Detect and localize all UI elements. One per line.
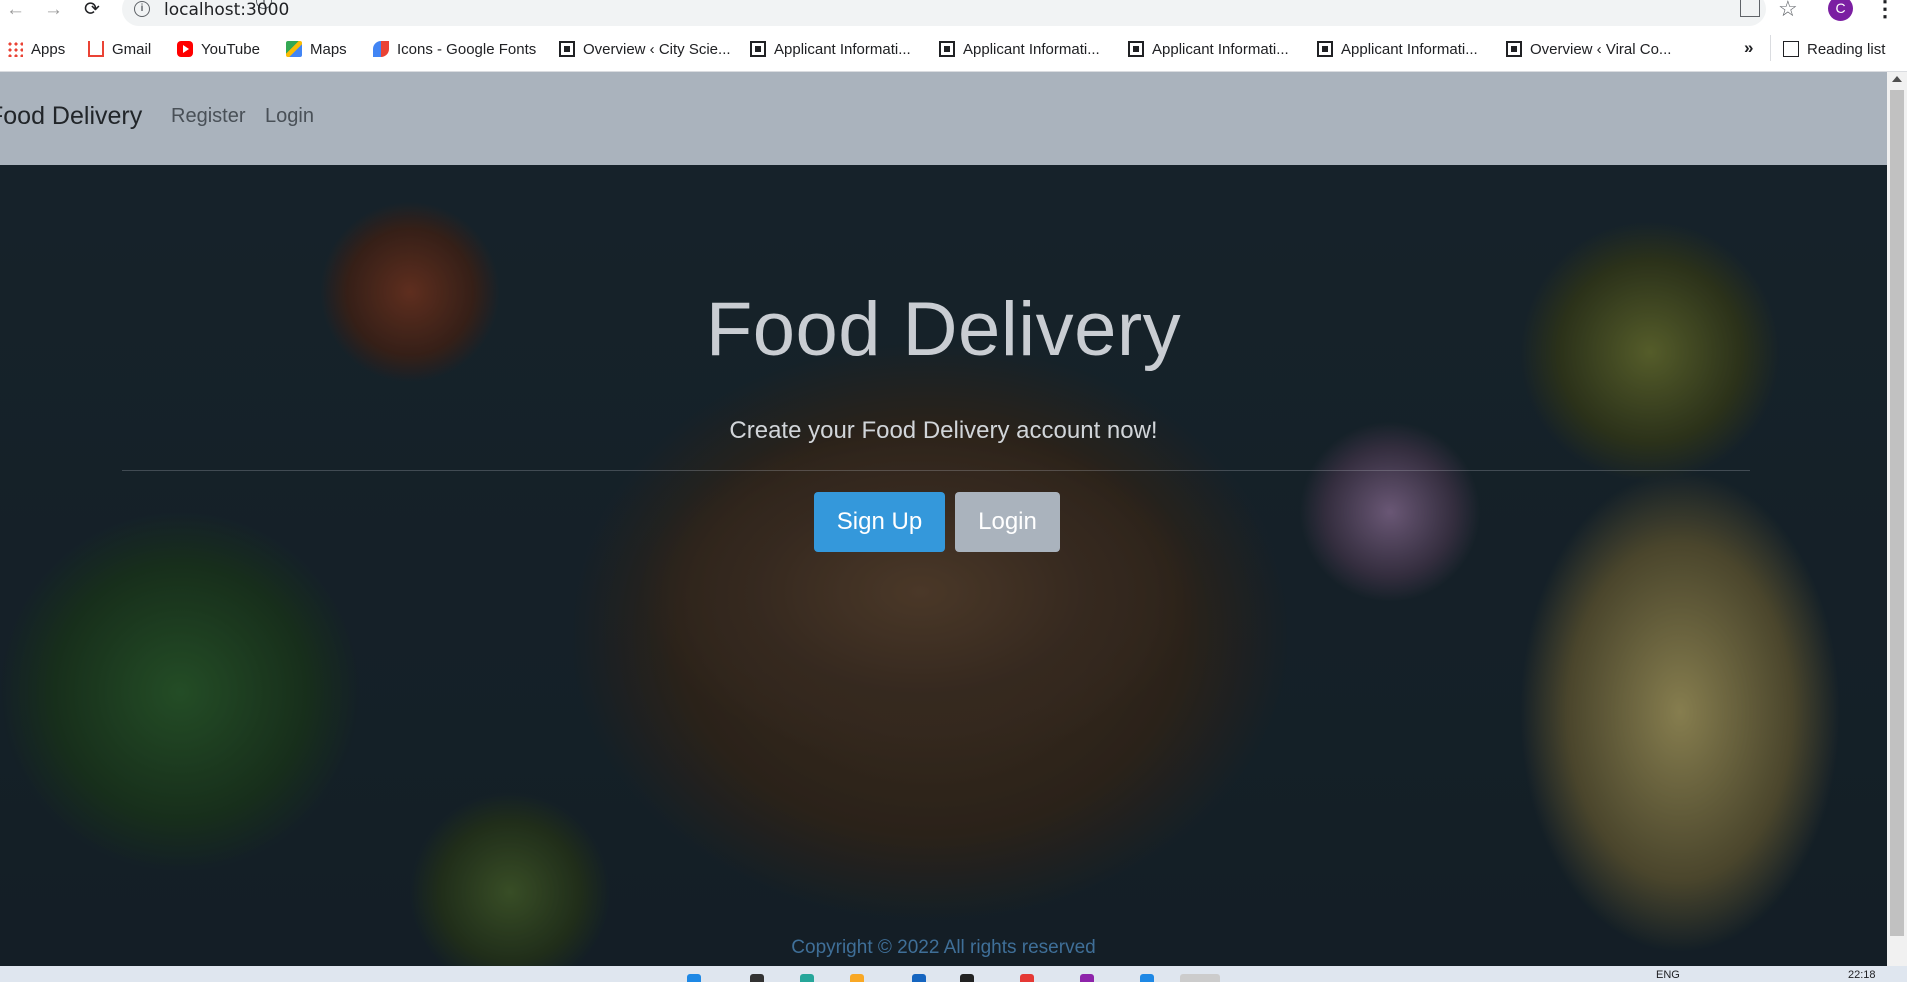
bookmark-star-icon[interactable]: ☆	[1778, 0, 1798, 22]
profile-avatar[interactable]: C	[1828, 0, 1853, 21]
os-taskbar: ENG 22:18	[0, 966, 1907, 982]
sign-up-button[interactable]: Sign Up	[814, 492, 945, 552]
reading-list-icon	[1783, 41, 1799, 57]
file-explorer-icon[interactable]	[850, 974, 864, 982]
bookmark-viral-co[interactable]: Overview ‹ Viral Co...	[1506, 40, 1671, 60]
site-icon	[1317, 41, 1333, 57]
site-icon	[559, 41, 575, 57]
login-button[interactable]: Login	[955, 492, 1060, 552]
google-fonts-icon	[373, 41, 389, 57]
back-arrow-icon[interactable]: ←	[6, 0, 25, 20]
bookmark-gmail[interactable]: Gmail	[88, 40, 151, 60]
page-scrollbar[interactable]	[1887, 72, 1907, 966]
edge-icon[interactable]	[912, 974, 926, 982]
start-icon[interactable]	[687, 974, 701, 982]
site-icon	[1128, 41, 1144, 57]
active-app-icon[interactable]	[1180, 974, 1220, 982]
site-icon	[939, 41, 955, 57]
url-text[interactable]: localhost:3000	[164, 0, 289, 20]
bookmark-applicant-4[interactable]: Applicant Informati...	[1317, 40, 1478, 60]
page-viewport: Food Delivery Register Login Food Delive…	[0, 72, 1887, 966]
bookmark-applicant-3[interactable]: Applicant Informati...	[1128, 40, 1289, 60]
terminal-icon[interactable]	[960, 974, 974, 982]
bookmarks-bar: Apps Gmail YouTube Maps Icons - Google F…	[0, 27, 1907, 72]
bookmark-youtube[interactable]: YouTube	[177, 40, 260, 60]
task-view-icon[interactable]	[800, 974, 814, 982]
forward-arrow-icon[interactable]: →	[44, 0, 63, 20]
bookmark-applicant-2[interactable]: Applicant Informati...	[939, 40, 1100, 60]
teams-icon[interactable]	[1080, 974, 1094, 982]
nav-link-login[interactable]: Login	[265, 105, 314, 128]
reload-icon[interactable]: ⟳	[84, 0, 100, 20]
share-icon[interactable]	[1740, 0, 1760, 17]
search-icon[interactable]	[750, 974, 764, 982]
youtube-icon	[177, 41, 193, 57]
bookmark-applicant-1[interactable]: Applicant Informati...	[750, 40, 911, 60]
site-info-icon[interactable]: i	[134, 1, 150, 17]
top-navbar: Food Delivery Register Login	[0, 72, 1887, 165]
nav-link-register[interactable]: Register	[171, 105, 245, 128]
bookmarks-divider	[1770, 35, 1771, 61]
copyright-text: Copyright © 2022 All rights reserved	[791, 937, 1096, 958]
browser-toolbar: ← → ⟳ i i localhost:3000 ☆ C ⋮	[0, 0, 1907, 27]
bookmark-google-fonts[interactable]: Icons - Google Fonts	[373, 40, 536, 60]
hero-subtitle: Create your Food Delivery account now!	[729, 417, 1158, 444]
chrome-icon[interactable]	[1020, 974, 1034, 982]
navbar-brand[interactable]: Food Delivery	[0, 102, 142, 131]
site-icon	[1506, 41, 1522, 57]
hero-divider	[122, 470, 1750, 471]
address-bar[interactable]: i	[122, 0, 1766, 26]
clock[interactable]: 22:18	[1848, 969, 1876, 981]
apps-grid-icon	[7, 41, 23, 57]
hero-title: Food Delivery	[705, 287, 1182, 372]
gmail-icon	[88, 41, 104, 57]
maps-icon	[286, 41, 302, 57]
scroll-thumb[interactable]	[1890, 90, 1904, 936]
language-indicator[interactable]: ENG	[1656, 969, 1680, 981]
vscode-icon[interactable]	[1140, 974, 1154, 982]
reading-list-button[interactable]: Reading list	[1783, 40, 1885, 60]
site-icon	[750, 41, 766, 57]
bookmark-city-science[interactable]: Overview ‹ City Scie...	[559, 40, 731, 60]
browser-menu-icon[interactable]: ⋮	[1874, 0, 1896, 22]
bookmark-apps[interactable]: Apps	[7, 40, 65, 60]
bookmark-maps[interactable]: Maps	[286, 40, 347, 60]
more-bookmarks-button[interactable]: »	[1744, 38, 1753, 58]
scroll-up-icon[interactable]	[1892, 76, 1902, 82]
